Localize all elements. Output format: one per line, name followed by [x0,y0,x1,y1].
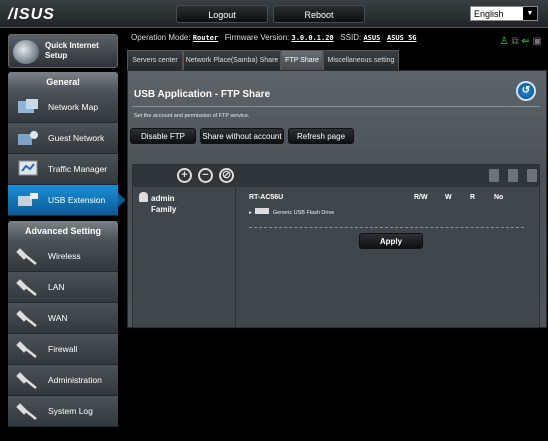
advanced-section-title: Advanced Setting [8,221,118,241]
quick-setup-label: Quick Internet Setup [45,41,99,60]
logout-button[interactable]: Logout [176,5,268,23]
wrench-icon [16,372,37,389]
rename-folder-icon[interactable] [527,169,537,182]
quick-internet-setup-button[interactable]: Quick Internet Setup [8,34,118,68]
sidebar-item-usb-extension[interactable]: USB Extension [8,185,126,216]
usb-status-icon[interactable]: ⇐ [521,36,529,47]
account-list: admin Family [133,187,236,327]
sidebar-item-label: System Log [48,406,93,416]
printer-status-icon[interactable]: ▣ [533,36,542,47]
network-map-icon [18,99,38,113]
divider [132,106,540,107]
ssid-5g-link[interactable]: ASUS_5G [387,34,417,42]
firmware-label: Firmware Version: [224,33,290,42]
account-name: admin [151,194,175,203]
sidebar-item-label: Administration [48,375,102,385]
device-name: RT-AC56U [249,194,284,201]
back-icon[interactable]: ↺ [516,81,536,101]
wrench-icon [16,310,37,327]
permission-area: RT-AC56U R/W W R No ▸ Generic USB Flash … [239,187,539,327]
sidebar-item-system-log[interactable]: System Log [8,396,118,427]
general-menu: Network Map Guest Network Traffic Manage… [8,92,126,216]
ssid-link[interactable]: ASUS [363,34,380,42]
refresh-page-button[interactable]: Refresh page [288,128,354,144]
tab-servers-center[interactable]: Servers center [127,50,183,70]
status-icons: ♙ ⧉ ⇐ ▣ [500,32,542,52]
separator [249,227,524,228]
sidebar-item-label: Wireless [48,251,81,261]
sidebar-item-wan[interactable]: WAN [8,303,118,334]
asus-logo: /ISUS [8,6,55,23]
reboot-button[interactable]: Reboot [273,5,365,23]
globe-icon [13,40,39,64]
wrench-icon [16,403,37,420]
sidebar-item-lan[interactable]: LAN [8,272,118,303]
account-name: Family [151,205,177,214]
expand-icon[interactable]: ▸ [249,210,252,216]
sidebar-item-label: Guest Network [48,133,105,143]
network-status-icon[interactable]: ⧉ [511,36,518,47]
tab-samba-share[interactable]: Network Place(Samba) Share [183,50,281,70]
usb-extension-icon [18,193,38,206]
apply-button[interactable]: Apply [359,233,423,249]
operation-mode-link[interactable]: Router [193,34,218,42]
page-title: USB Application - FTP Share [134,89,271,100]
delete-folder-icon[interactable] [508,169,518,182]
edit-account-icon[interactable]: ⊘ [219,168,234,183]
sidebar-item-guest-network[interactable]: Guest Network [8,123,118,154]
share-without-account-button[interactable]: Share without account [200,128,284,144]
sidebar-item-traffic-manager[interactable]: Traffic Manager [8,154,118,185]
firmware-link[interactable]: 3.0.0.1.28 [292,34,334,42]
grid-toolbar: + − ⊘ [133,165,539,187]
remove-account-icon[interactable]: − [198,168,213,183]
sidebar-item-label: USB Extension [48,195,106,205]
perm-header-rw: R/W [414,194,428,201]
sidebar-item-network-map[interactable]: Network Map [8,92,118,123]
page-description: Set the account and permission of FTP se… [134,113,250,119]
wrench-icon [16,248,37,265]
ssid-label: SSID: [340,33,362,42]
usb-drive-icon [255,208,270,214]
tab-ftp-share[interactable]: FTP Share [281,50,323,70]
sidebar: Quick Internet Setup General Network Map… [0,28,126,441]
sidebar-item-wireless[interactable]: Wireless [8,241,118,272]
main-content: Operation Mode: Router Firmware Version:… [125,28,548,441]
wrench-icon [16,279,37,296]
add-folder-icon[interactable] [489,169,499,182]
ftp-share-panel: USB Application - FTP Share ↺ Set the ac… [127,70,547,328]
perm-header-w: W [445,194,452,201]
sidebar-item-label: Network Map [48,102,99,112]
sidebar-item-label: LAN [48,282,65,292]
sidebar-item-label: WAN [48,313,68,323]
top-bar: /ISUS Logout Reboot English ▼ [0,0,548,28]
disk-item[interactable]: ▸ Generic USB Flash Drive [249,208,334,216]
advanced-menu: Wireless LAN WAN Firewall Administration… [8,241,118,427]
user-status-icon[interactable]: ♙ [500,36,509,47]
sidebar-item-administration[interactable]: Administration [8,365,118,396]
sidebar-item-label: Traffic Manager [48,164,108,174]
account-item-admin[interactable]: admin [139,192,175,203]
general-section-title: General [8,72,118,92]
wrench-icon [16,341,37,358]
tab-miscellaneous[interactable]: Miscellaneous setting [323,50,399,70]
sidebar-item-label: Firewall [48,344,78,354]
operation-mode-label: Operation Mode: [131,33,191,42]
user-icon [139,192,148,202]
perm-header-r: R [470,194,476,201]
chevron-down-icon: ▼ [523,7,537,20]
disable-ftp-button[interactable]: Disable FTP [130,128,196,144]
sidebar-item-firewall[interactable]: Firewall [8,334,118,365]
guest-network-icon [18,131,38,145]
disk-label: Generic USB Flash Drive [272,210,335,216]
permission-grid: + − ⊘ admin Family RT-AC56U R/W W R No ▸… [132,164,540,328]
add-account-icon[interactable]: + [177,168,192,183]
traffic-manager-icon [18,160,38,176]
language-select[interactable]: English ▼ [470,6,538,21]
perm-header-no: No [494,194,504,201]
info-bar: Operation Mode: Router Firmware Version:… [125,28,548,48]
account-item-family[interactable]: Family [139,205,176,214]
language-value: English [474,9,504,19]
